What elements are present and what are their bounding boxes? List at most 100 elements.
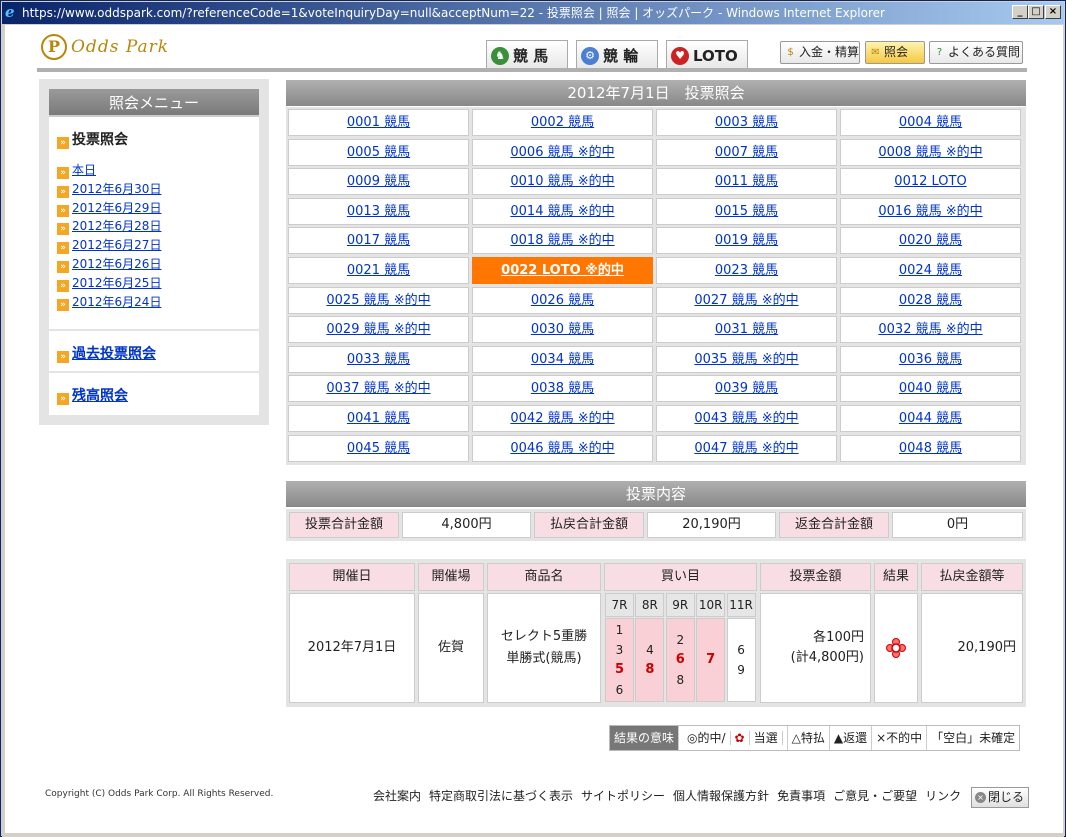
sidebar-date-item: » 2012年6月28日 [57,217,161,236]
footer-link[interactable]: 個人情報保護方針 [673,789,769,803]
footer-link[interactable]: サイトポリシー [581,789,665,803]
sidebar-date-link[interactable]: 2012年6月26日 [72,257,161,271]
footer-links: 会社案内 特定商取引法に基づく表示 サイトポリシー 個人情報保護方針 免責事項 ご意見・ご… [373,787,969,804]
ticket-link[interactable]: 0017 競馬 [288,227,469,255]
ticket-link[interactable]: 0042 競馬 ※的中 [472,405,653,432]
ticket-link[interactable]: 0028 競馬 [840,286,1021,314]
ticket-link[interactable]: 0043 競馬 ※的中 [656,405,837,432]
header-payout: 払戻金額等 [921,563,1023,591]
footer-link[interactable]: ご意見・ご要望 [833,789,917,803]
genre-tab-1[interactable]: ⚙ 競 輪 [576,40,658,70]
ticket-link[interactable]: 0039 競馬 [656,375,837,403]
ticket-link[interactable]: 0026 競馬 [472,286,653,314]
ticket-link[interactable]: 0036 競馬 [840,345,1021,373]
ticket-link[interactable]: 0023 競馬 [656,257,837,284]
sidebar-date-link[interactable]: 本日 [72,163,96,177]
ticket-link[interactable]: 0030 競馬 [472,316,653,344]
sidebar-date-link[interactable]: 2012年6月25日 [72,276,161,290]
ticket-link[interactable]: 0019 競馬 [656,227,837,255]
footer-link[interactable]: 特定商取引法に基づく表示 [429,789,573,803]
ticket-link[interactable]: 0009 競馬 [288,168,469,196]
ticket-link[interactable]: 0018 競馬 ※的中 [472,227,653,255]
ticket-link[interactable]: 0024 競馬 [840,257,1021,284]
ticket-link[interactable]: 0038 競馬 [472,375,653,403]
footer-link[interactable]: リンク [925,789,961,803]
minimize-button[interactable]: _ [1012,5,1028,19]
pick-number: 9 [737,663,745,677]
sidebar-section-title: » 投票照会 [57,129,128,149]
header-button-label: 入金・精算 [799,45,860,59]
header-bet: 投票金額 [760,563,871,591]
header-product: 商品名 [487,563,601,591]
ticket-link[interactable]: 0020 競馬 [840,227,1021,255]
past-inquiry-link[interactable]: » 過去投票照会 [57,343,156,363]
close-page-button[interactable]: × 閉じる [971,787,1030,808]
race-picks-cell: 48 [635,618,665,702]
ticket-link[interactable]: 0014 競馬 ※的中 [472,197,653,225]
ticket-link[interactable]: 0001 競馬 [288,109,469,136]
pick-number: 6 [675,652,685,667]
header-button-0[interactable]: $ 入金・精算 [780,41,860,64]
header-button-1[interactable]: ✉ 照会 [865,41,925,64]
ticket-link[interactable]: 0003 競馬 [656,109,837,136]
close-icon: × [975,792,986,803]
ticket-link[interactable]: 0046 競馬 ※的中 [472,434,653,462]
maximize-button[interactable]: □ [1028,5,1044,19]
race-picks-cell: 1 3 5 6 [605,618,634,702]
payout-value: 20,190円 [647,512,776,538]
sidebar-date-link[interactable]: 2012年6月30日 [72,182,161,196]
page-content: P Odds Park ♞ 競 馬 ⚙ 競 輪 ♥ LOTO $ 入金・精算 ✉ 照会? よくある… [5,25,1063,833]
ticket-link[interactable]: 0037 競馬 ※的中 [288,375,469,403]
footer-link[interactable]: 免責事項 [777,789,825,803]
ticket-link[interactable]: 0012 LOTO [840,168,1021,196]
ticket-link[interactable]: 0047 競馬 ※的中 [656,434,837,462]
header-button-label: 照会 [884,45,909,59]
ticket-link[interactable]: 0005 競馬 [288,138,469,166]
inquiry-menu-sidebar: 照会メニュー » 投票照会 » 本日» 2012年6月30日» 2012年6月29日» 2… [39,79,269,425]
oddspark-logo[interactable]: P Odds Park [41,33,169,61]
ticket-link[interactable]: 0032 競馬 ※的中 [840,316,1021,344]
ticket-link[interactable]: 0016 競馬 ※的中 [840,197,1021,225]
ticket-link[interactable]: 0045 競馬 [288,434,469,462]
header-venue: 開催場 [418,563,484,591]
ticket-link[interactable]: 0048 競馬 [840,434,1021,462]
genre-tab-label: LOTO [693,47,738,65]
ticket-link[interactable]: 0006 競馬 ※的中 [472,138,653,166]
ticket-link[interactable]: 0025 競馬 ※的中 [288,286,469,314]
sidebar-date-link[interactable]: 2012年6月24日 [72,295,161,309]
legend-special: △特払 [788,726,830,750]
header-button-2[interactable]: ? よくある質問 [929,41,1023,64]
pick-number: 1 [615,623,624,637]
sidebar-date-link[interactable]: 2012年6月28日 [72,219,161,233]
ticket-link[interactable]: 0011 競馬 [656,168,837,196]
ticket-link[interactable]: 0004 競馬 [840,109,1021,136]
close-window-button[interactable]: × [1045,5,1061,19]
ticket-link[interactable]: 0034 競馬 [472,345,653,373]
sidebar-date-link[interactable]: 2012年6月27日 [72,238,161,252]
ticket-link[interactable]: 0033 競馬 [288,345,469,373]
ticket-link[interactable]: 0007 競馬 [656,138,837,166]
ticket-link[interactable]: 0008 競馬 ※的中 [840,138,1021,166]
ticket-link[interactable]: 0013 競馬 [288,197,469,225]
ticket-link[interactable]: 0040 競馬 [840,375,1021,403]
sidebar-date-link[interactable]: 2012年6月29日 [72,201,161,215]
footer-link[interactable]: 会社案内 [373,789,421,803]
header-result: 結果 [874,563,918,591]
ticket-link[interactable]: 0029 競馬 ※的中 [288,316,469,344]
ticket-link[interactable]: 0035 競馬 ※的中 [656,345,837,373]
ticket-link[interactable]: 0002 競馬 [472,109,653,136]
ticket-link[interactable]: 0044 競馬 [840,405,1021,432]
genre-tab-0[interactable]: ♞ 競 馬 [486,40,568,70]
ticket-link[interactable]: 0021 競馬 [288,257,469,284]
balance-inquiry-link[interactable]: » 残高照会 [57,385,128,405]
ticket-link[interactable]: 0010 競馬 ※的中 [472,168,653,196]
cell-bet: 各100円 (計4,800円) [760,593,871,703]
ticket-link[interactable]: 0015 競馬 [656,197,837,225]
payout-label: 払戻合計金額 [534,512,644,538]
ticket-link[interactable]: 0022 LOTO ※的中 [472,257,653,284]
ticket-link[interactable]: 0041 競馬 [288,405,469,432]
genre-tab-2[interactable]: ♥ LOTO [666,40,748,70]
loto-icon: ♥ [671,47,689,65]
ticket-link[interactable]: 0027 競馬 ※的中 [656,286,837,314]
ticket-link[interactable]: 0031 競馬 [656,316,837,344]
